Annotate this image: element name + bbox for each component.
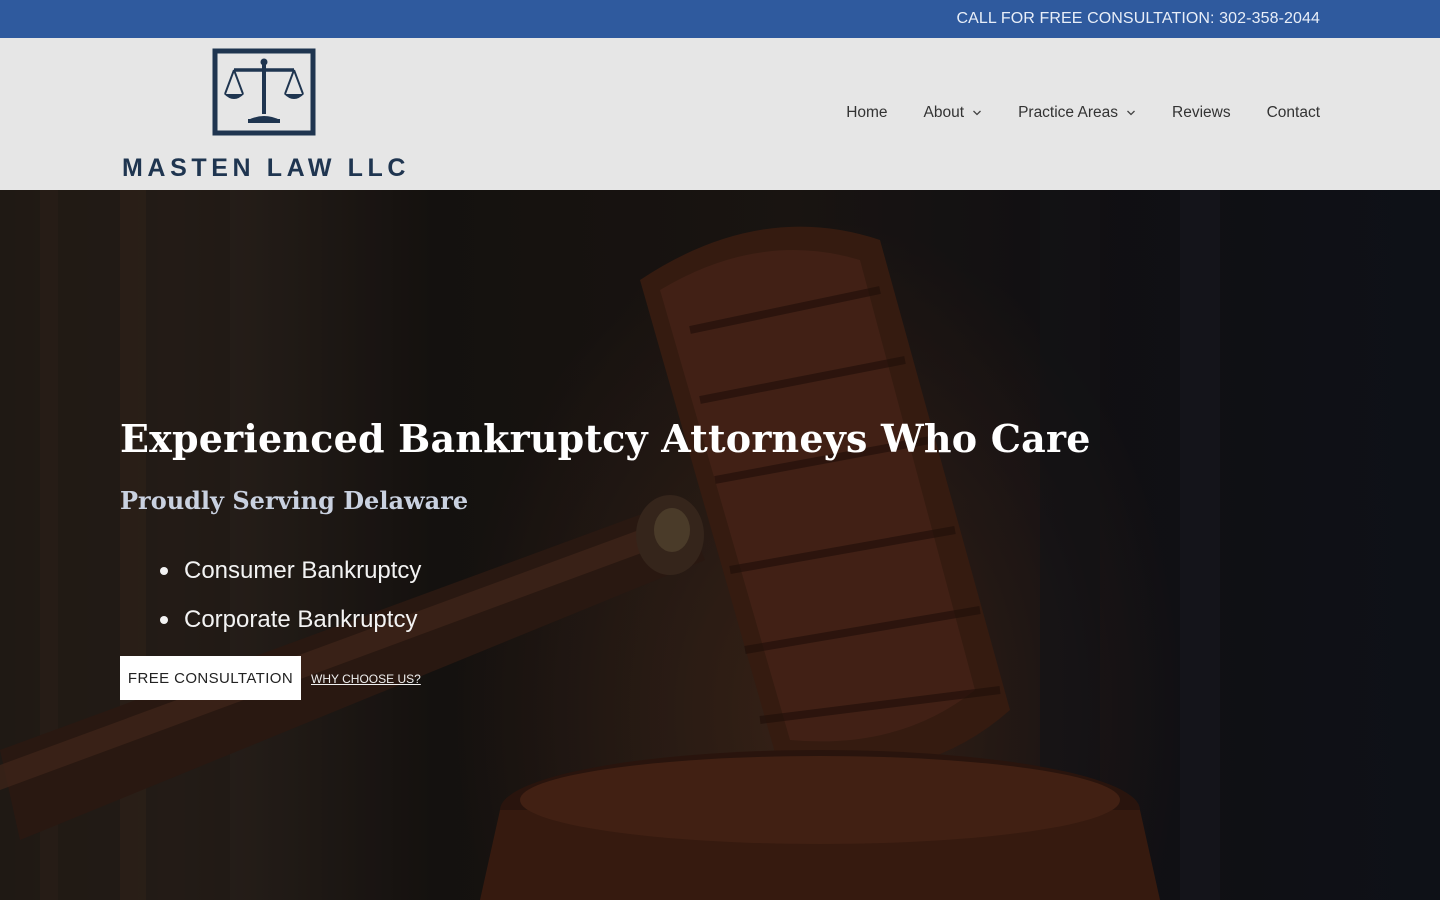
service-label: Corporate Bankruptcy <box>184 605 418 633</box>
nav-label: Practice Areas <box>1018 104 1118 121</box>
top-contact-bar: CALL FOR FREE CONSULTATION: 302-358-2044 <box>0 0 1440 38</box>
site-header: MASTEN LAW LLC Home About Practice Areas… <box>0 38 1440 190</box>
nav-label: Reviews <box>1172 104 1231 121</box>
scales-of-justice-icon <box>212 48 316 136</box>
nav-item-reviews[interactable]: Reviews <box>1172 104 1231 122</box>
list-item: Corporate Bankruptcy <box>160 595 421 644</box>
chevron-down-icon <box>973 110 982 116</box>
free-consultation-button[interactable]: FREE CONSULTATION <box>120 656 301 700</box>
brand-name: MASTEN LAW LLC <box>122 154 410 182</box>
nav-label: Home <box>846 104 888 121</box>
why-choose-us-link[interactable]: WHY CHOOSE US? <box>311 672 421 686</box>
bullet-icon <box>160 566 168 575</box>
hero-subtitle: Proudly Serving Delaware <box>120 486 469 515</box>
nav-label: About <box>923 104 965 121</box>
service-label: Consumer Bankruptcy <box>184 556 422 584</box>
chevron-down-icon <box>1127 110 1135 116</box>
nav-label: Contact <box>1266 104 1320 121</box>
bullet-icon <box>160 615 168 624</box>
nav-item-home[interactable]: Home <box>846 104 887 122</box>
nav-item-contact[interactable]: Contact <box>1267 104 1320 122</box>
list-item: Consumer Bankruptcy <box>160 546 421 595</box>
nav-item-practice-areas[interactable]: Practice Areas <box>1018 104 1136 122</box>
main-nav: Home About Practice Areas Reviews Contac… <box>810 104 1320 122</box>
logo[interactable]: MASTEN LAW LLC <box>120 46 420 186</box>
hero-title: Experienced Bankruptcy Attorneys Who Car… <box>120 416 1091 461</box>
services-list: Consumer Bankruptcy Corporate Bankruptcy <box>160 546 421 644</box>
hero-overlay <box>0 190 1440 900</box>
hero-section: Experienced Bankruptcy Attorneys Who Car… <box>0 190 1440 900</box>
phone-consultation-link[interactable]: CALL FOR FREE CONSULTATION: 302-358-2044 <box>956 10 1320 28</box>
nav-item-about[interactable]: About <box>924 104 983 122</box>
